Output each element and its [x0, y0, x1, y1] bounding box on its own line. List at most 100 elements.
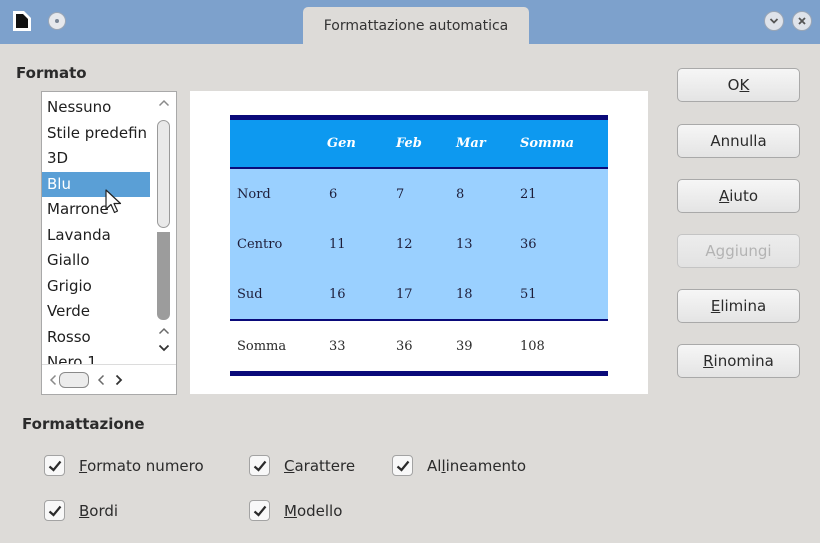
preview-cell: 11: [329, 236, 346, 252]
modello-checkbox[interactable]: Modello: [249, 500, 342, 521]
list-item[interactable]: Verde: [42, 299, 150, 325]
title-bar: Formattazione automatica: [0, 0, 820, 44]
accesskey: B: [79, 501, 90, 520]
aiuto-accesskey: A: [719, 187, 730, 205]
label-rest: ineamento: [445, 456, 527, 475]
horizontal-scrollbar-thumb[interactable]: [59, 372, 89, 388]
preview-table: Gen Feb Mar Somma Nord 6 7 8 21 Centro 1…: [230, 115, 608, 376]
scrollbar-thumb[interactable]: [157, 120, 170, 228]
accesskey: C: [284, 456, 295, 475]
scrollbar-track[interactable]: [157, 232, 170, 320]
carattere-checkbox[interactable]: Carattere: [249, 455, 355, 476]
list-item[interactable]: Nessuno: [42, 95, 150, 121]
elimina-accesskey: E: [710, 297, 721, 315]
list-item[interactable]: Rosso: [42, 325, 150, 351]
checkbox-box[interactable]: [249, 500, 270, 521]
scroll-up-button[interactable]: [150, 92, 176, 114]
preview-cell: 16: [329, 286, 346, 302]
chevron-right-icon: [115, 374, 123, 386]
list-item[interactable]: 3D: [42, 146, 150, 172]
arrow-cursor-icon: [105, 189, 122, 214]
preview-header-cell: Somma: [520, 136, 574, 151]
preview-sum-label: Somma: [237, 338, 287, 354]
aggiungi-button[interactable]: Ag giungi: [677, 234, 800, 268]
preview-header-cell: Mar: [456, 136, 486, 151]
aiuto-label: iuto: [729, 187, 758, 205]
checkmark-icon: [253, 460, 266, 472]
close-button[interactable]: [792, 11, 812, 31]
aiuto-button[interactable]: Aiuto: [677, 179, 800, 213]
formato-numero-checkbox[interactable]: Formato numero: [44, 455, 204, 476]
scroll-up-button-secondary[interactable]: [150, 322, 176, 340]
checkbox-box[interactable]: [44, 455, 65, 476]
minimize-button[interactable]: [764, 11, 784, 31]
preview-sum-cell: 108: [520, 338, 545, 354]
list-item[interactable]: Giallo: [42, 248, 150, 274]
window-menu-button[interactable]: [48, 12, 66, 30]
autoformat-preview: Gen Feb Mar Somma Nord 6 7 8 21 Centro 1…: [190, 91, 648, 394]
preview-cell: 21: [520, 186, 537, 202]
scroll-down-button[interactable]: [150, 339, 176, 357]
list-item[interactable]: Stile predefin: [42, 121, 150, 147]
preview-sum-cell: 36: [396, 338, 413, 354]
chevron-down-icon: [158, 344, 169, 352]
checkmark-icon: [253, 505, 266, 517]
list-item[interactable]: Lavanda: [42, 223, 150, 249]
checkbox-label: Carattere: [284, 457, 355, 475]
preview-row: Centro 11 12 13 36: [230, 219, 608, 269]
label-pre: Al: [427, 456, 442, 475]
minimize-icon: [769, 18, 779, 24]
ok-button[interactable]: OK: [677, 68, 800, 102]
list-item-selected[interactable]: Blu: [42, 171, 150, 197]
accesskey: M: [284, 501, 297, 520]
preview-cell: 7: [396, 186, 405, 202]
rinomina-button[interactable]: Rinomina: [677, 344, 800, 378]
preview-cell: 13: [456, 236, 473, 252]
label-rest: odello: [296, 501, 343, 520]
preview-cell: 18: [456, 286, 473, 302]
rinomina-accesskey: R: [703, 352, 714, 370]
preview-row-label: Nord: [237, 186, 271, 202]
window-title: Formattazione automatica: [303, 7, 529, 44]
formato-label: Formato: [16, 64, 87, 82]
allineamento-checkbox[interactable]: Allineamento: [392, 455, 526, 476]
preview-cell: 8: [456, 186, 465, 202]
aggiungi-accesskey: g: [715, 242, 726, 260]
preview-sum-cell: 39: [456, 338, 473, 354]
ok-accesskey: K: [739, 76, 750, 94]
preview-cell: 12: [396, 236, 413, 252]
formato-listbox[interactable]: Nessuno Stile predefin 3D Blu Marrone La…: [41, 91, 177, 395]
list-item[interactable]: Grigio: [42, 274, 150, 300]
close-icon: [798, 17, 806, 25]
preview-row: Nord 6 7 8 21: [230, 169, 608, 219]
checkmark-icon: [396, 460, 409, 472]
chevron-up-icon: [158, 327, 169, 335]
preview-header-cell: Gen: [327, 136, 356, 151]
vertical-scrollbar[interactable]: [150, 92, 176, 363]
checkmark-icon: [48, 505, 61, 517]
preview-cell: 17: [396, 286, 413, 302]
checkbox-box[interactable]: [44, 500, 65, 521]
annulla-button[interactable]: Annulla: [677, 124, 800, 158]
elimina-button[interactable]: Elimina: [677, 289, 800, 323]
preview-header-row: Gen Feb Mar Somma: [230, 120, 608, 169]
label-rest: arattere: [294, 456, 356, 475]
bordi-checkbox[interactable]: Bordi: [44, 500, 118, 521]
checkbox-label: Modello: [284, 502, 342, 520]
horizontal-scrollbar[interactable]: [42, 364, 176, 394]
scroll-left-button-secondary[interactable]: [93, 371, 109, 389]
accesskey: F: [79, 456, 88, 475]
ok-label: O: [727, 76, 740, 94]
preview-row: Sud 16 17 18 51: [230, 269, 608, 319]
chevron-left-icon: [49, 374, 57, 386]
elimina-label: limina: [720, 297, 767, 315]
checkbox-box[interactable]: [249, 455, 270, 476]
scroll-right-button[interactable]: [111, 371, 127, 389]
label-rest: ordi: [89, 501, 119, 520]
preview-cell: 6: [329, 186, 338, 202]
aggiungi-label-rest: giungi: [725, 242, 772, 260]
checkbox-box[interactable]: [392, 455, 413, 476]
preview-row-label: Sud: [237, 286, 263, 302]
list-item[interactable]: Marrone: [42, 197, 150, 223]
preview-sum-cell: 33: [329, 338, 346, 354]
